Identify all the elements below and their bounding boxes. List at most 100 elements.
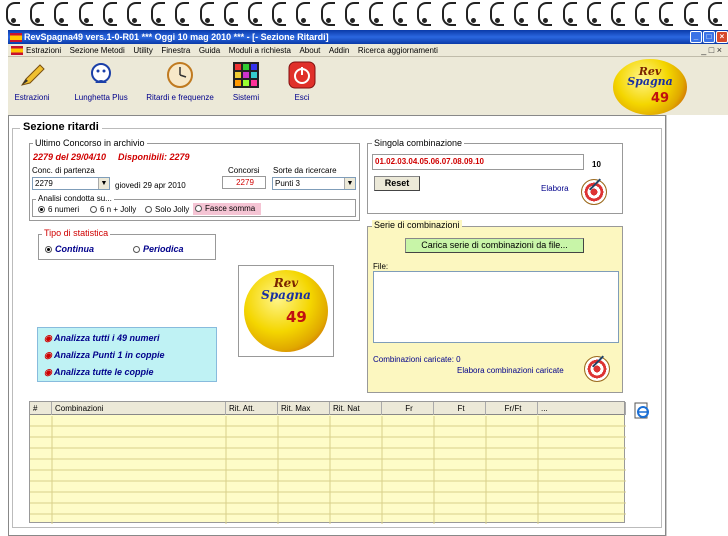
- link-analizza-49[interactable]: ◉ Analizza tutti i 49 numeri: [44, 333, 160, 344]
- elabora-loaded-label: Elabora combinazioni caricate: [457, 366, 564, 375]
- spiral-ring: [514, 2, 529, 26]
- spiral-ring: [441, 2, 456, 26]
- col-rit-max[interactable]: Rit. Max: [278, 402, 330, 415]
- col-fr[interactable]: Fr: [382, 402, 434, 415]
- spiral-ring: [586, 2, 601, 26]
- spiral-ring: [611, 2, 625, 26]
- load-series-button[interactable]: Carica serie di combinazioni da file...: [405, 238, 584, 253]
- close-icon[interactable]: ×: [716, 31, 728, 43]
- elabora-label: Elabora: [541, 184, 569, 193]
- menu-addin[interactable]: Addin: [329, 46, 349, 55]
- link-analizza-coppie[interactable]: ◉ Analizza tutte le coppie: [44, 367, 154, 378]
- toolbar-sistemi[interactable]: Sistemi: [226, 61, 266, 102]
- reset-button[interactable]: Reset: [374, 176, 420, 191]
- spiral-ring: [683, 2, 698, 26]
- spiral-ring: [127, 2, 141, 26]
- chevron-down-icon: ▼: [344, 178, 355, 189]
- spiral-ring: [6, 2, 20, 26]
- results-table[interactable]: # Combinazioni Rit. Att. Rit. Max Rit. N…: [29, 401, 626, 524]
- archive-label: Ultimo Concorso in archivio: [33, 138, 147, 148]
- col-rit-att[interactable]: Rit. Att.: [226, 402, 278, 415]
- file-label: File:: [373, 262, 389, 271]
- radio-continua[interactable]: Continua: [45, 244, 94, 254]
- radio-6n-jolly[interactable]: 6 n + Jolly: [90, 205, 136, 214]
- sorte-select[interactable]: Punti 3 ▼: [272, 177, 356, 190]
- col-index[interactable]: #: [30, 402, 52, 415]
- menu-ricerca-aggiornamenti[interactable]: Ricerca aggiornamenti: [358, 46, 438, 55]
- menu-sezione-metodi[interactable]: Sezione Metodi: [70, 46, 125, 55]
- toolbar-lunghetta-plus[interactable]: Lunghetta Plus: [68, 61, 134, 102]
- concorsi-input[interactable]: 2279: [222, 176, 266, 189]
- spiral-ring: [635, 2, 650, 26]
- app-flag-icon: [10, 33, 22, 42]
- file-text-area[interactable]: [373, 271, 619, 343]
- col-rit-nat[interactable]: Rit. Nat: [330, 402, 382, 415]
- toolbar: Estrazioni Lunghetta Plus Ritardi e freq…: [8, 57, 728, 115]
- col-fr-ft[interactable]: Fr/Ft: [486, 402, 538, 415]
- loaded-count: Combinazioni caricate: 0: [373, 355, 461, 364]
- table-header: # Combinazioni Rit. Att. Rit. Max Rit. N…: [30, 402, 626, 415]
- elabora-target-icon[interactable]: [581, 179, 607, 205]
- spiral-ring: [393, 2, 408, 26]
- menu-bar: Estrazioni Sezione Metodi Utility Finest…: [8, 44, 728, 57]
- last-concorso: 2279 del 29/04/10: [33, 152, 107, 162]
- toolbar-estrazioni[interactable]: Estrazioni: [10, 61, 54, 102]
- minimize-icon[interactable]: _: [690, 31, 702, 43]
- right-empty-area: [666, 115, 728, 536]
- radio-solo-jolly[interactable]: Solo Jolly: [145, 205, 189, 214]
- toolbar-esci[interactable]: Esci: [282, 61, 322, 102]
- toolbar-ritardi-frequenze[interactable]: Ritardi e frequenze: [140, 61, 220, 102]
- spiral-ring: [30, 2, 45, 26]
- date-text: giovedì 29 apr 2010: [115, 181, 186, 190]
- spiral-ring: [320, 2, 335, 26]
- maximize-icon[interactable]: □: [703, 31, 715, 43]
- app-logo: Rev Spagna 49: [613, 59, 687, 115]
- spiral-ring: [490, 2, 504, 26]
- single-combination-input[interactable]: 01.02.03.04.05.06.07.08.09.10: [372, 154, 584, 170]
- conc-label: Conc. di partenza: [32, 166, 95, 175]
- available-count: Disponibili: 2279: [118, 152, 190, 162]
- single-count: 10: [592, 160, 601, 169]
- concorsi-label: Concorsi: [228, 166, 260, 175]
- radio-fasce-somma[interactable]: Fasce somma: [193, 203, 261, 215]
- elabora-loaded-target-icon[interactable]: [584, 356, 610, 382]
- spiral-ring: [248, 2, 262, 26]
- menu-estrazioni[interactable]: Estrazioni: [26, 46, 61, 55]
- col-more[interactable]: ...: [538, 402, 626, 415]
- chevron-down-icon: ▼: [98, 178, 109, 189]
- sorte-label: Sorte da ricercare: [273, 166, 337, 175]
- spiral-ring: [296, 2, 311, 26]
- spiral-ring: [199, 2, 214, 26]
- col-ft[interactable]: Ft: [434, 402, 486, 415]
- spiral-ring: [223, 2, 238, 26]
- radio-periodica[interactable]: Periodica: [133, 244, 184, 254]
- spiral-ring: [78, 2, 93, 26]
- menu-moduli[interactable]: Moduli a richiesta: [229, 46, 291, 55]
- menu-finestra[interactable]: Finestra: [161, 46, 190, 55]
- menu-guida[interactable]: Guida: [199, 46, 220, 55]
- col-combinazioni[interactable]: Combinazioni: [52, 402, 226, 415]
- spiral-ring: [659, 2, 674, 26]
- conc-partenza-select[interactable]: 2279 ▼: [32, 177, 110, 190]
- grid-icon: [232, 61, 260, 89]
- child-flag-icon: [11, 46, 23, 55]
- window-title: RevSpagna49 vers.1-0-R01 *** Oggi 10 mag…: [24, 32, 329, 42]
- export-ie-icon[interactable]: [633, 402, 651, 420]
- window-title-bar: RevSpagna49 vers.1-0-R01 *** Oggi 10 mag…: [8, 30, 728, 44]
- spiral-ring: [707, 2, 722, 26]
- spiral-ring: [417, 2, 432, 26]
- section-title: Sezione ritardi: [20, 121, 102, 133]
- spiral-ring: [272, 2, 287, 26]
- power-icon: [288, 61, 316, 89]
- spiral-ring: [465, 2, 480, 26]
- spiral-ring: [54, 2, 69, 26]
- spiral-ring: [369, 2, 383, 26]
- spiral-ring: [538, 2, 553, 26]
- pencil-icon: [18, 61, 46, 89]
- link-analizza-punti1[interactable]: ◉ Analizza Punti 1 in coppie: [44, 350, 165, 361]
- mdi-controls[interactable]: _ □ ×: [701, 44, 722, 57]
- menu-about[interactable]: About: [299, 46, 320, 55]
- spiral-ring: [102, 2, 117, 26]
- radio-6-numeri[interactable]: 6 numeri: [38, 205, 79, 214]
- menu-utility[interactable]: Utility: [133, 46, 153, 55]
